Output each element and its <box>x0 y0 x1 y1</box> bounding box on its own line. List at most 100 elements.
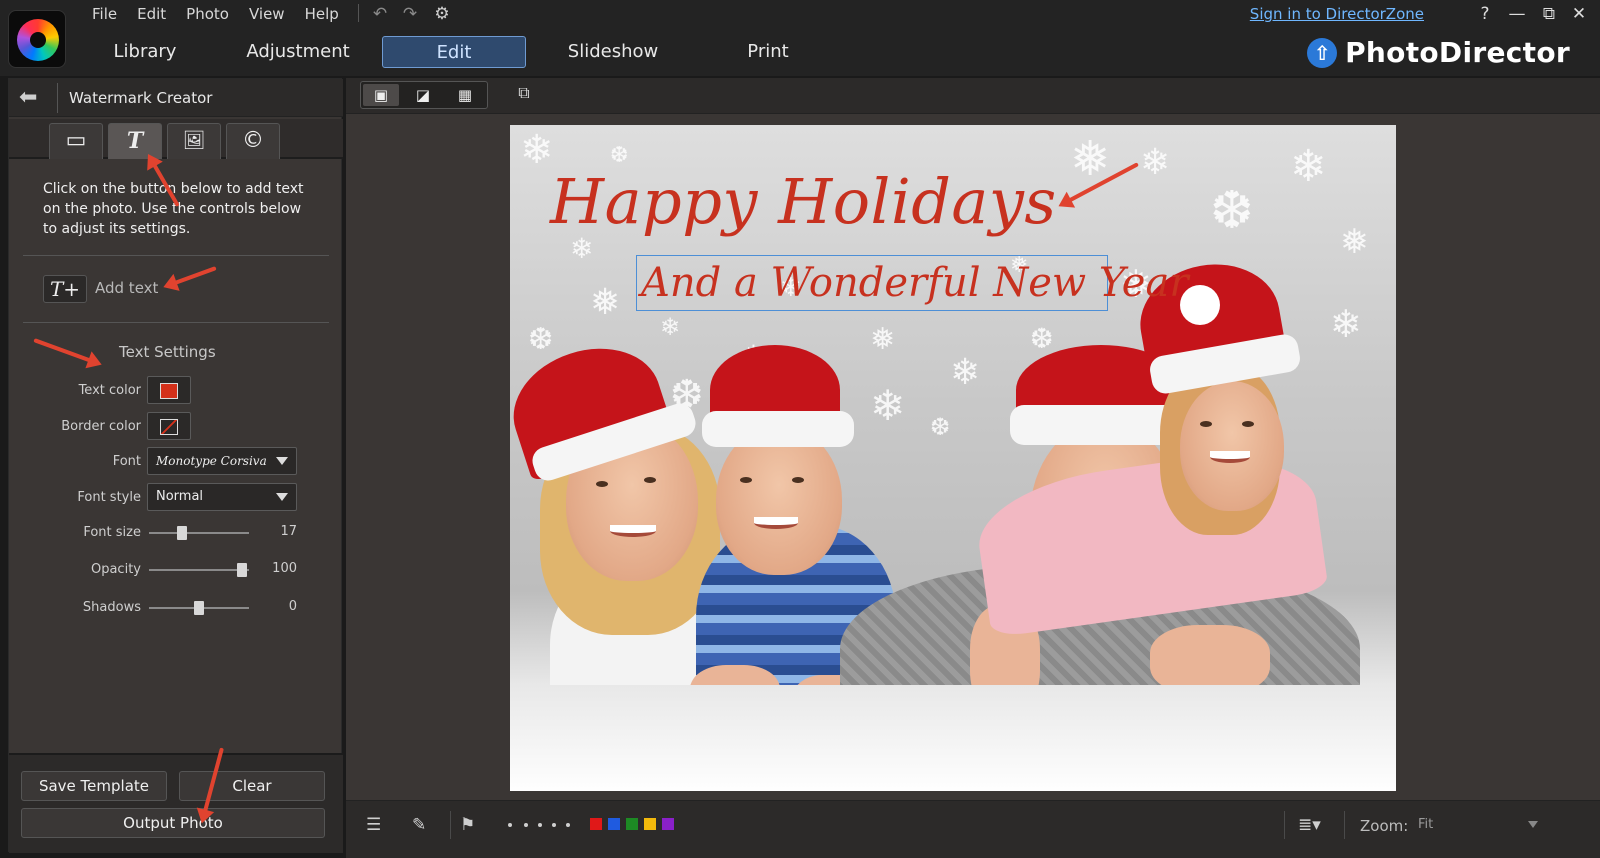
add-text-button[interactable]: T+ <box>43 275 87 303</box>
panel-header: ⬅ Watermark Creator <box>9 79 343 117</box>
color-label-blue[interactable] <box>608 818 620 830</box>
image-tab-icon[interactable]: 🖼 <box>167 123 221 159</box>
add-text-label[interactable]: Add text <box>95 279 158 297</box>
rating-dot[interactable] <box>524 823 528 827</box>
color-label-purple[interactable] <box>662 818 674 830</box>
snowflake-icon: ❄ <box>1330 302 1362 346</box>
clear-button[interactable]: Clear <box>179 771 325 801</box>
rating-dot[interactable] <box>566 823 570 827</box>
copyright-tab-icon[interactable]: © <box>226 123 280 159</box>
snowflake-icon: ❄ <box>570 232 594 265</box>
snowflake-icon: ❅ <box>1070 131 1111 187</box>
snowflake-icon: ❄ <box>950 352 981 393</box>
snowflake-icon: ❄ <box>1140 142 1171 183</box>
divider <box>23 322 329 323</box>
output-photo-button[interactable]: Output Photo <box>21 808 325 838</box>
upload-arrow-icon: ⇧ <box>1307 37 1338 68</box>
shadows-slider[interactable] <box>149 601 249 615</box>
rating-dot[interactable] <box>508 823 512 827</box>
tab-print[interactable]: Print <box>718 36 818 68</box>
snowflake-icon: ❆ <box>528 322 554 357</box>
flag-icon[interactable]: ⚑ <box>460 815 475 835</box>
menu-help[interactable]: Help <box>295 3 349 25</box>
divider <box>23 255 329 256</box>
font-style-dropdown[interactable]: Normal <box>147 483 297 511</box>
menu-view[interactable]: View <box>239 3 295 25</box>
rating-dot[interactable] <box>552 823 556 827</box>
help-text: Click on the button below to add text on… <box>43 181 304 237</box>
text-color-swatch <box>160 383 178 399</box>
color-label-green[interactable] <box>626 818 638 830</box>
snowflake-icon: ❅ <box>590 282 621 323</box>
sign-in-link[interactable]: Sign in to DirectorZone <box>1250 5 1424 23</box>
opacity-slider[interactable] <box>149 563 249 577</box>
zoom-value: Fit <box>1418 817 1434 832</box>
tab-slideshow[interactable]: Slideshow <box>558 36 668 68</box>
help-button[interactable]: ? <box>1475 4 1495 24</box>
grid-view-icon[interactable]: ▦ <box>447 84 483 106</box>
chevron-down-icon <box>1528 821 1538 828</box>
menu-edit[interactable]: Edit <box>127 3 176 25</box>
chevron-down-icon <box>276 457 288 465</box>
border-color-label: Border color <box>61 419 141 434</box>
font-size-label: Font size <box>83 525 141 540</box>
snowflake-icon: ❄ <box>1290 141 1327 192</box>
list-menu-icon[interactable]: ≣▾ <box>1298 815 1321 835</box>
view-mode-group: ▣ ◪ ▦ <box>360 81 488 109</box>
redo-icon[interactable]: ↷ <box>400 4 420 24</box>
text-color-picker[interactable] <box>147 376 191 404</box>
opacity-value: 100 <box>272 561 297 576</box>
chevron-down-icon <box>276 493 288 501</box>
font-dropdown[interactable]: Monotype Corsiva <box>147 447 297 475</box>
panel-footer: Save Template Clear Output Photo <box>9 753 343 853</box>
frame-tab-icon[interactable]: ▭ <box>49 123 103 159</box>
close-button[interactable]: ✕ <box>1569 4 1589 24</box>
watermark-panel: ⬅ Watermark Creator ▭ T 🖼 © Click on the… <box>8 78 343 853</box>
pencil-eraser-icon[interactable]: ✎ <box>412 815 426 835</box>
menu-file[interactable]: File <box>82 3 127 25</box>
snowflake-icon: ❆ <box>610 143 629 168</box>
watermark-subtitle[interactable]: And a Wonderful New Year <box>636 255 1188 311</box>
back-arrow-icon[interactable]: ⬅ <box>19 87 47 109</box>
no-color-swatch <box>160 419 178 435</box>
border-color-picker[interactable] <box>147 412 191 440</box>
snowflake-icon: ❅ <box>1340 222 1369 262</box>
photo-canvas: ❄ ❄ ❅ ❆ ❄ ❅ ❆ ❄ ❅ ❄ ❆ ❅ ❄ ❆ ❅ ❄ ❆ ❄ ❅ ❆ … <box>346 115 1600 800</box>
font-value: Monotype Corsiva <box>156 454 267 468</box>
zoom-dropdown[interactable]: Fit <box>1414 813 1544 837</box>
tab-adjustment[interactable]: Adjustment <box>238 36 358 68</box>
font-size-slider[interactable] <box>149 526 249 540</box>
undo-icon[interactable]: ↶ <box>370 4 390 24</box>
opacity-label: Opacity <box>90 562 141 577</box>
snowflake-icon: ❆ <box>1030 322 1054 355</box>
panel-title: Watermark Creator <box>69 89 213 107</box>
snowflake-icon: ❄ <box>660 313 681 341</box>
watermark-title[interactable]: Happy Holidays <box>550 165 1057 238</box>
slider-thumb[interactable] <box>194 601 204 615</box>
photo-preview[interactable]: ❄ ❄ ❅ ❆ ❄ ❅ ❆ ❄ ❅ ❄ ❆ ❅ ❄ ❆ ❅ ❄ ❆ ❄ ❅ ❆ … <box>510 125 1396 791</box>
zoom-label: Zoom: <box>1360 817 1409 835</box>
bottom-toolbar: ☰ ✎ ⚑ ≣▾ Zoom: Fit <box>346 800 1600 858</box>
restore-button[interactable]: ⧉ <box>1539 4 1559 24</box>
rating-dot[interactable] <box>538 823 542 827</box>
color-label-yellow[interactable] <box>644 818 656 830</box>
shadows-label: Shadows <box>82 600 141 615</box>
color-label-red[interactable] <box>590 818 602 830</box>
font-style-label: Font style <box>77 490 141 505</box>
slider-thumb[interactable] <box>177 526 187 540</box>
filmstrip-view-icon[interactable]: ▣ <box>363 84 399 106</box>
gear-icon[interactable]: ⚙ <box>432 4 452 24</box>
snowflake-icon: ❄ <box>520 127 554 173</box>
font-style-value: Normal <box>156 489 204 504</box>
slider-thumb[interactable] <box>237 563 247 577</box>
app-logo <box>8 10 66 68</box>
rotate-icon[interactable]: ☰ <box>366 815 381 835</box>
compare-view-icon[interactable]: ⧉ <box>510 83 538 107</box>
minimize-button[interactable]: — <box>1507 4 1527 24</box>
tab-library[interactable]: Library <box>90 36 200 68</box>
menu-photo[interactable]: Photo <box>176 3 239 25</box>
font-size-value: 17 <box>280 524 297 539</box>
single-view-icon[interactable]: ◪ <box>405 84 441 106</box>
save-template-button[interactable]: Save Template <box>21 771 167 801</box>
tab-edit[interactable]: Edit <box>382 36 526 68</box>
